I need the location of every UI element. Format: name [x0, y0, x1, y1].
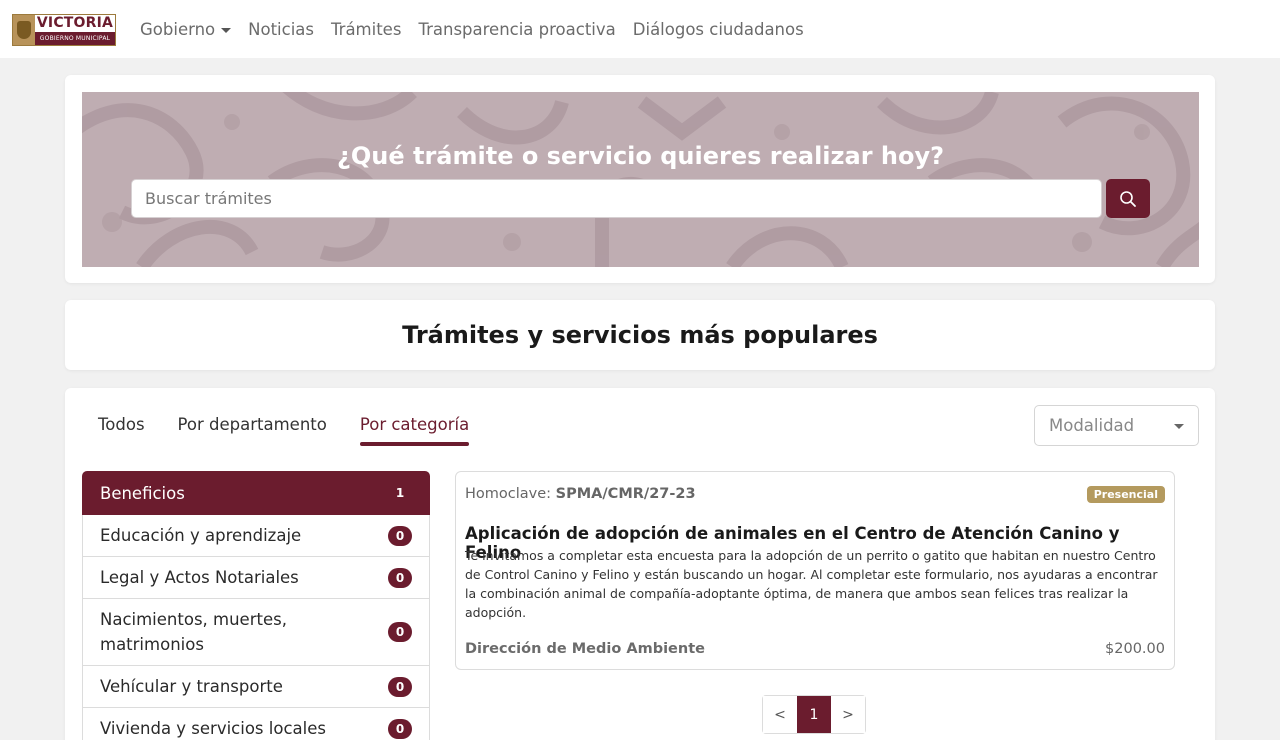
- filter-tabs: Todos Por departamento Por categoría: [98, 415, 502, 446]
- category-label: Vivienda y servicios locales: [100, 719, 326, 738]
- hero-banner: ¿Qué trámite o servicio quieres realizar…: [82, 92, 1199, 267]
- homoclave-label: Homoclave:: [465, 486, 552, 502]
- pagination-prev-button[interactable]: <: [763, 696, 797, 733]
- nav-item-tramites[interactable]: Trámites: [331, 20, 401, 39]
- homoclave-value: SPMA/CMR/27-23: [555, 486, 696, 502]
- top-navbar: VICTORIA GOBIERNO MUNICIPAL Gobierno Not…: [0, 0, 1280, 58]
- nav-item-label: Gobierno: [140, 19, 216, 39]
- nav-item-transparencia[interactable]: Transparencia proactiva: [418, 20, 615, 39]
- tramite-description: Te invitamos a completar esta encuesta p…: [465, 548, 1158, 620]
- pagination: < 1 >: [762, 695, 866, 734]
- search-icon: [1120, 190, 1136, 207]
- modalidad-badge: Presencial: [1086, 486, 1165, 503]
- logo-main-text: VICTORIA: [36, 15, 114, 31]
- logo-sub-text: GOBIERNO MUNICIPAL: [35, 32, 115, 45]
- modalidad-placeholder: Modalidad: [1049, 416, 1135, 435]
- tab-por-departamento[interactable]: Por departamento: [178, 415, 327, 434]
- victoria-logo[interactable]: VICTORIA GOBIERNO MUNICIPAL: [12, 14, 116, 46]
- search-input[interactable]: [131, 179, 1102, 218]
- tab-todos[interactable]: Todos: [98, 415, 145, 434]
- category-item-nacimientos[interactable]: Nacimientos, muertes, matrimonios 0: [82, 599, 430, 666]
- category-label: Beneficios: [100, 483, 185, 503]
- shield-emblem-icon: [13, 15, 35, 45]
- nav-item-gobierno[interactable]: Gobierno: [140, 19, 232, 39]
- category-item-vehicular[interactable]: Vehícular y transporte 0: [82, 666, 430, 708]
- category-count-badge: 0: [388, 622, 412, 642]
- nav-item-noticias[interactable]: Noticias: [248, 20, 314, 39]
- nav-item-dialogos[interactable]: Diálogos ciudadanos: [633, 20, 804, 39]
- category-count-badge: 1: [395, 486, 405, 500]
- homoclave: Homoclave: SPMA/CMR/27-23: [465, 486, 696, 502]
- modalidad-select[interactable]: Modalidad: [1034, 405, 1199, 446]
- tramite-department: Dirección de Medio Ambiente: [465, 641, 705, 657]
- section-title: Trámites y servicios más populares: [402, 321, 878, 349]
- search-button[interactable]: [1106, 179, 1150, 218]
- category-label: Legal y Actos Notariales: [100, 568, 299, 587]
- category-count-badge: 0: [388, 567, 412, 588]
- category-count-badge: 0: [388, 718, 412, 739]
- category-label: Vehícular y transporte: [100, 677, 283, 696]
- tramites-list-card: Todos Por departamento Por categoría Mod…: [65, 388, 1215, 740]
- pagination-next-button[interactable]: >: [831, 696, 865, 733]
- category-label: Educación y aprendizaje: [100, 526, 302, 545]
- hero-card: ¿Qué trámite o servicio quieres realizar…: [65, 75, 1215, 283]
- logo-text: VICTORIA GOBIERNO MUNICIPAL: [35, 15, 115, 45]
- category-label: Nacimientos, muertes, matrimonios: [100, 610, 287, 654]
- category-count-badge: 0: [388, 525, 412, 546]
- category-count-badge: 0: [388, 676, 412, 697]
- chevron-down-icon: [1174, 424, 1184, 429]
- tab-por-categoria[interactable]: Por categoría: [359, 415, 470, 446]
- tramite-result-card[interactable]: Homoclave: SPMA/CMR/27-23 Presencial Apl…: [455, 471, 1175, 670]
- caret-down-icon: [221, 27, 232, 33]
- category-item-vivienda[interactable]: Vivienda y servicios locales 0: [82, 708, 430, 740]
- hero-title: ¿Qué trámite o servicio quieres realizar…: [336, 142, 945, 170]
- category-list: Beneficios 1 Educación y aprendizaje 0 L…: [82, 471, 430, 740]
- section-title-card: Trámites y servicios más populares: [65, 300, 1215, 370]
- category-item-legal[interactable]: Legal y Actos Notariales 0: [82, 557, 430, 599]
- category-item-educacion[interactable]: Educación y aprendizaje 0: [82, 515, 430, 557]
- category-item-beneficios[interactable]: Beneficios 1: [82, 471, 430, 515]
- tramite-price: $200.00: [1105, 641, 1165, 657]
- pagination-page-current[interactable]: 1: [797, 696, 831, 733]
- nav-menu: Gobierno Noticias Trámites Transparencia…: [140, 0, 821, 58]
